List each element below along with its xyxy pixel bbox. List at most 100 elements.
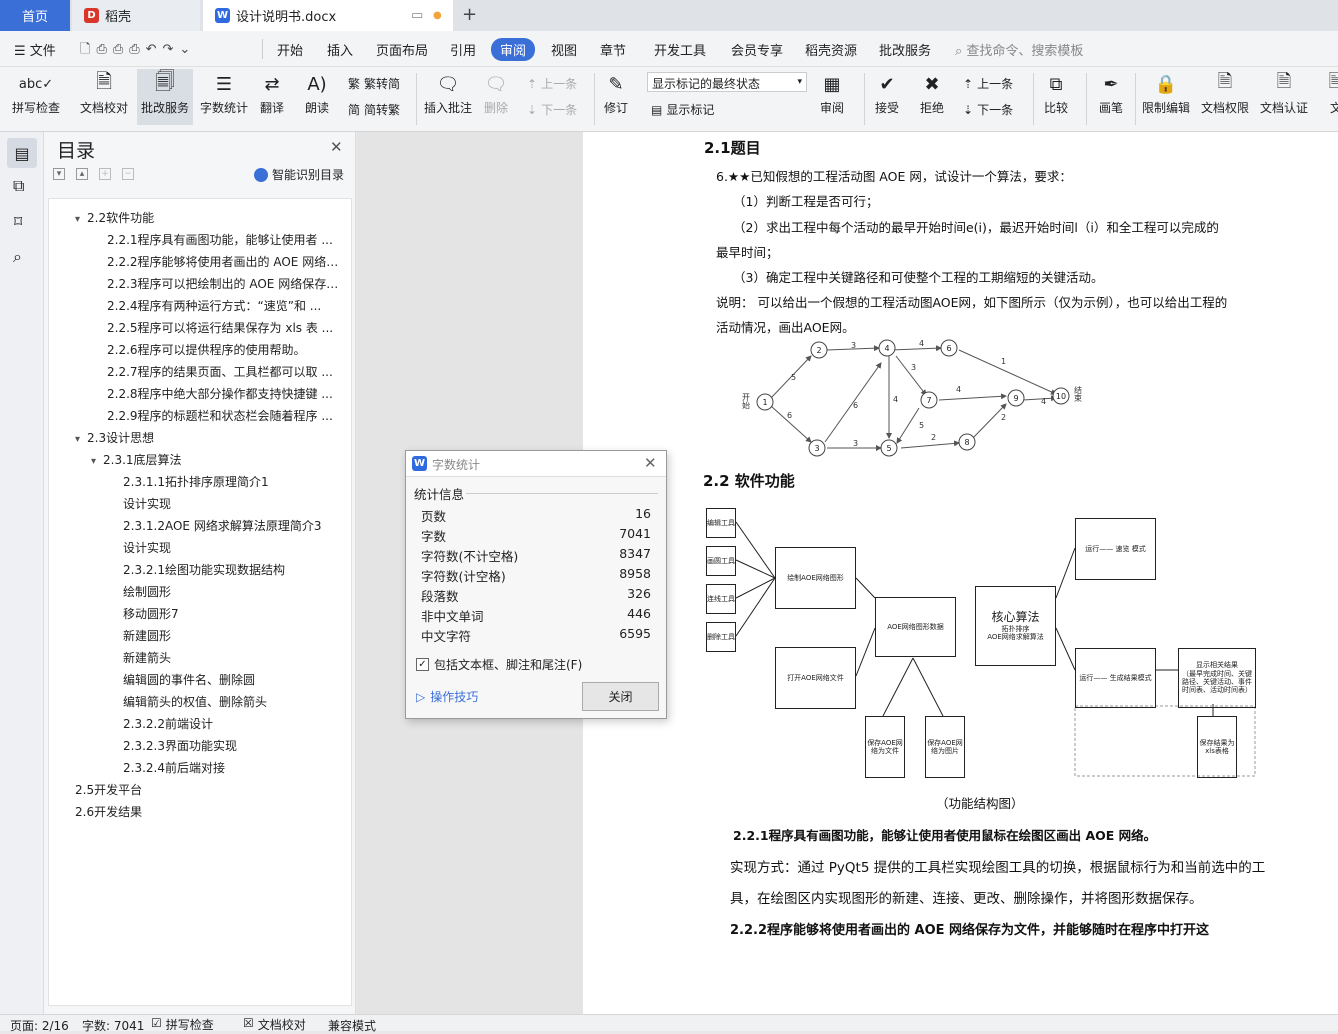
menu-reference[interactable]: 引用 <box>450 40 476 59</box>
toc-item[interactable]: 2.2.3程序可以把绘制出的 AOE 网络保存 ... <box>91 275 341 295</box>
tips-link[interactable]: ▷ 操作技巧 <box>416 688 478 705</box>
toc-item[interactable]: 2.2.1程序具有画图功能，能够让使用者 ... <box>91 231 341 251</box>
include-textbox-checkbox[interactable]: ✓ 包括文本框、脚注和尾注(F) <box>416 656 582 673</box>
menu-grading[interactable]: 批改服务 <box>879 40 931 59</box>
close-button[interactable]: 关闭 <box>582 682 659 711</box>
close-icon[interactable]: ✕ <box>330 138 343 156</box>
close-icon[interactable]: ✕ <box>644 454 657 472</box>
toc-item[interactable]: ▾ 2.2软件功能 <box>75 209 341 229</box>
add-level-icon[interactable]: + <box>99 168 111 180</box>
tab-daoke[interactable]: D 稻壳 <box>72 0 200 31</box>
prev-comment-button[interactable]: ⇡ 上一条 <box>527 75 577 92</box>
next-comment-button[interactable]: ⇣ 下一条 <box>527 101 577 118</box>
expand-all-icon[interactable]: ▴ <box>76 168 88 180</box>
compare-label: 比较 <box>1043 101 1068 115</box>
delete-comment-button[interactable]: 🗨 删除 <box>482 69 510 116</box>
spell-check-button[interactable]: abc✓ 拼写检查 <box>12 69 60 116</box>
toc-item[interactable]: 新建箭头 <box>107 649 341 669</box>
toc-icon[interactable]: ▤ <box>7 138 37 168</box>
toc-item[interactable]: 2.2.9程序的标题栏和状态栏会随着程序 ... <box>91 407 341 427</box>
toc-item[interactable]: 2.2.4程序有两种运行方式：“速览”和 ... <box>91 297 341 317</box>
monitor-icon[interactable]: ▭ <box>411 8 423 23</box>
search-icon[interactable]: ⌕ <box>13 247 22 267</box>
new-tab-icon[interactable]: + <box>462 4 477 25</box>
chevron-down-icon[interactable]: ▾ <box>91 456 103 467</box>
word-count-indicator[interactable]: 字数: 7041 <box>82 1017 144 1034</box>
toc-item[interactable]: 2.2.2程序能够将使用者画出的 AOE 网络 ... <box>91 253 341 273</box>
proofread-button[interactable]: 🗎 文档校对 <box>80 69 128 116</box>
outline-icon[interactable]: ⧉ <box>13 176 24 196</box>
quick-access-icons[interactable]: 🗋⎙⎙⎙↶↷⌄ <box>80 40 196 62</box>
markup-state-select[interactable]: 显示标记的最终状态 ▾ <box>647 72 807 92</box>
translate-button[interactable]: ⇄ 翻译 <box>258 69 286 116</box>
show-markup-button[interactable]: ▤ 显示标记 <box>651 101 714 118</box>
more-ribbon-button[interactable]: 🗎 文 <box>1322 69 1338 116</box>
toc-item[interactable]: 2.2.5程序可以将运行结果保存为 xls 表 ... <box>91 319 341 339</box>
reject-button[interactable]: ✖ 拒绝 <box>918 69 946 116</box>
menu-insert[interactable]: 插入 <box>327 40 353 59</box>
toc-item[interactable]: 设计实现 <box>107 495 341 515</box>
menu-layout[interactable]: 页面布局 <box>376 40 428 59</box>
document-page[interactable]: 2.1题目 6.★★已知假想的工程活动图 AOE 网，试设计一个算法，要求： （… <box>583 132 1338 1014</box>
collapse-all-icon[interactable]: ▾ <box>53 168 65 180</box>
toc-item[interactable]: 新建圆形 <box>107 627 341 647</box>
toc-item[interactable]: 移动圆形7 <box>107 605 341 625</box>
trad-to-simp-button[interactable]: 繁繁转简 <box>348 75 400 92</box>
page-indicator[interactable]: 页面: 2/16 <box>10 1017 69 1034</box>
toc-item[interactable]: 2.3.2.2前端设计 <box>107 715 341 735</box>
doc-certify-button[interactable]: 🗎 文档认证 <box>1260 69 1308 116</box>
read-aloud-button[interactable]: A) 朗读 <box>303 69 331 116</box>
smart-toc-button[interactable]: 智能识别目录 <box>254 166 344 183</box>
command-search[interactable]: ⌕ 查找命令、搜索模板 <box>955 40 1083 59</box>
doc-permission-button[interactable]: 🗎 文档权限 <box>1201 69 1249 116</box>
toc-item[interactable]: ▾ 2.3.1底层算法 <box>91 451 341 471</box>
toc-item[interactable]: 绘制圆形 <box>107 583 341 603</box>
status-proofread[interactable]: ☒ 文档校对 <box>243 1016 306 1033</box>
menu-review[interactable]: 审阅 <box>491 38 536 61</box>
toc-item[interactable]: 编辑箭头的权值、删除箭头 <box>107 693 341 713</box>
toc-item[interactable]: 设计实现 <box>107 539 341 559</box>
title-bar: 首页 D 稻壳 W 设计说明书.docx ▭ ● + <box>0 0 1338 31</box>
tab-home[interactable]: 首页 <box>0 0 70 31</box>
toc-item[interactable]: 2.3.2.1绘图功能实现数据结构 <box>107 561 341 581</box>
tab-document-label: 设计说明书.docx <box>236 10 337 25</box>
tab-document[interactable]: W 设计说明书.docx ▭ ● <box>203 0 453 31</box>
bookmark-icon[interactable]: ⌑ <box>14 212 22 231</box>
toc-item[interactable]: 2.2.8程序中绝大部分操作都支持快捷键 ... <box>91 385 341 405</box>
toc-item[interactable]: 2.3.1.2AOE 网络求解算法原理简介3 <box>107 517 341 537</box>
menu-chapter[interactable]: 章节 <box>600 40 626 59</box>
simp-to-trad-button[interactable]: 简简转繁 <box>348 101 400 118</box>
toc-item[interactable]: ▾ 2.3设计思想 <box>75 429 341 449</box>
file-menu[interactable]: ☰ 文件 <box>14 40 56 59</box>
menu-start[interactable]: 开始 <box>277 40 303 59</box>
insert-comment-button[interactable]: 🗨 插入批注 <box>424 69 472 116</box>
word-count-button[interactable]: ☰ 字数统计 <box>200 69 248 116</box>
review-pane-button[interactable]: ▦ 审阅 <box>818 69 846 116</box>
accept-button[interactable]: ✔ 接受 <box>873 69 901 116</box>
toc-item-label: 2.2.9程序的标题栏和状态栏会随着程序 ... <box>107 409 333 423</box>
chevron-down-icon[interactable]: ▾ <box>75 434 87 445</box>
pen-button[interactable]: ✒ 画笔 <box>1097 69 1125 116</box>
toc-item[interactable]: 2.3.2.3界面功能实现 <box>107 737 341 757</box>
menu-devtools[interactable]: 开发工具 <box>654 40 706 59</box>
chevron-down-icon[interactable]: ▾ <box>75 214 87 225</box>
grading-service-button[interactable]: 🗐 批改服务 <box>137 69 194 125</box>
toc-item[interactable]: 编辑圆的事件名、删除圆 <box>107 671 341 691</box>
menu-member[interactable]: 会员专享 <box>731 40 783 59</box>
toc-item[interactable]: 2.6开发结果 <box>75 803 341 823</box>
tab-home-label: 首页 <box>21 10 48 25</box>
menu-view[interactable]: 视图 <box>551 40 577 59</box>
menu-daoke-resources[interactable]: 稻壳资源 <box>805 40 857 59</box>
prev-change-button[interactable]: ⇡ 上一条 <box>963 75 1013 92</box>
toc-item[interactable]: 2.3.2.4前后端对接 <box>107 759 341 779</box>
status-spell-check[interactable]: ☑ 拼写检查 <box>151 1016 214 1033</box>
track-changes-button[interactable]: ✎ 修订 <box>602 69 630 116</box>
toc-item[interactable]: 2.2.7程序的结果页面、工具栏都可以取 ... <box>91 363 341 383</box>
compare-button[interactable]: ⧉ 比较 <box>1042 69 1070 116</box>
remove-level-icon[interactable]: − <box>122 168 134 180</box>
restrict-edit-button[interactable]: 🔒 限制编辑 <box>1142 69 1190 116</box>
next-change-button[interactable]: ⇣ 下一条 <box>963 101 1013 118</box>
toc-item[interactable]: 2.5开发平台 <box>75 781 341 801</box>
toc-item[interactable]: 2.2.6程序可以提供程序的使用帮助。 <box>91 341 341 361</box>
toc-item[interactable]: 2.3.1.1拓扑排序原理简介1 <box>107 473 341 493</box>
